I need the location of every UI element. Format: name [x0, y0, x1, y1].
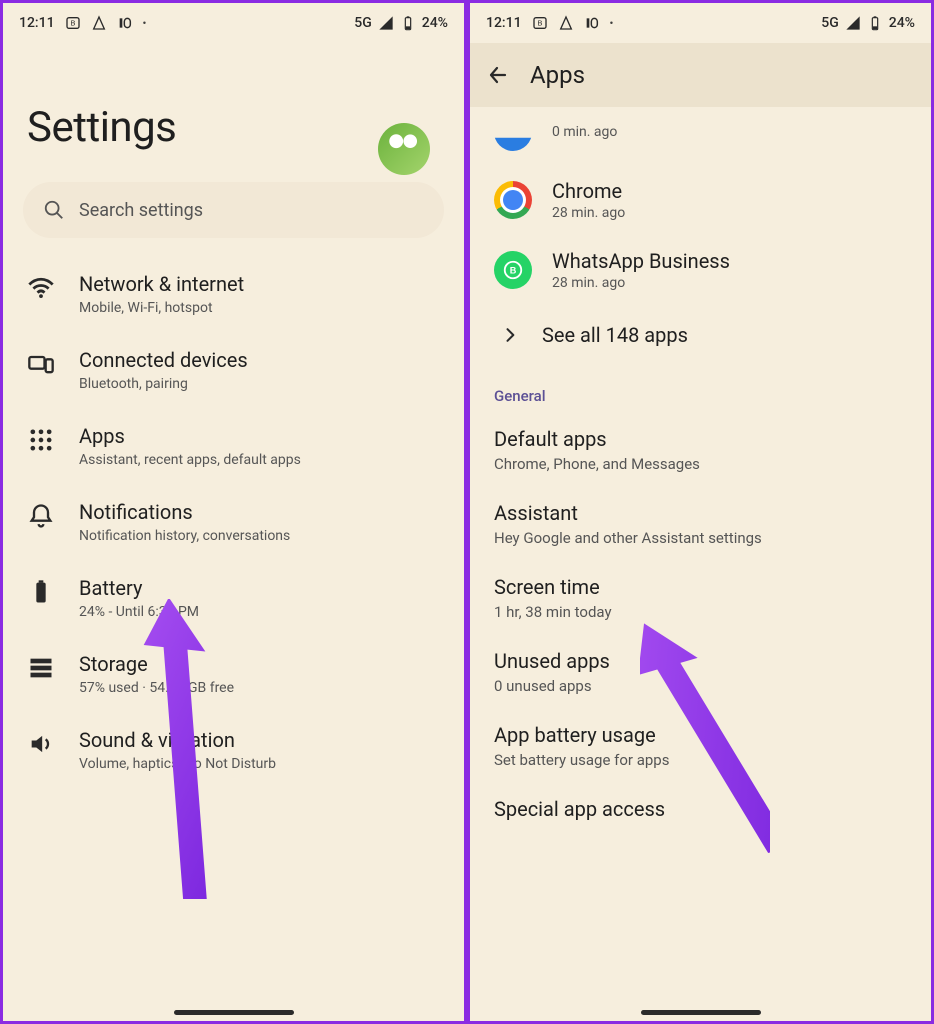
search-settings[interactable]: Search settings — [23, 182, 444, 238]
row-title: Default apps — [494, 427, 907, 451]
storage-icon — [27, 654, 55, 682]
row-sub: Chrome, Phone, and Messages — [494, 455, 907, 473]
apps-screen: 12:11 B • 5G 24% Apps 0 min. ago Chrome 2… — [464, 3, 931, 1021]
search-placeholder: Search settings — [79, 200, 203, 221]
status-icon-b: B — [532, 15, 548, 31]
settings-screen: 12:11 B • 5G 24% Settings Search setting… — [3, 3, 464, 1021]
row-sub: Set battery usage for apps — [494, 751, 907, 769]
top-app-bar: Apps — [470, 43, 931, 107]
row-sub: 0 min. ago — [552, 124, 617, 140]
section-general-label: General — [470, 365, 931, 413]
battery-icon — [867, 15, 883, 31]
row-title: Sound & vibration — [79, 728, 276, 752]
status-bar: 12:11 B • 5G 24% — [3, 3, 464, 43]
battery-icon — [400, 15, 416, 31]
app-icon — [494, 113, 532, 151]
profile-avatar[interactable] — [378, 123, 430, 175]
general-special-access[interactable]: Special app access — [470, 783, 931, 835]
see-all-apps[interactable]: See all 148 apps — [470, 305, 931, 365]
row-title: Battery — [79, 576, 199, 600]
row-sub: Hey Google and other Assistant settings — [494, 529, 907, 547]
general-unused-apps[interactable]: Unused apps 0 unused apps — [470, 635, 931, 709]
general-assistant[interactable]: Assistant Hey Google and other Assistant… — [470, 487, 931, 561]
status-icon-b: B — [65, 15, 81, 31]
row-title: App battery usage — [494, 723, 907, 747]
svg-text:B: B — [70, 19, 75, 28]
signal-icon — [845, 15, 861, 31]
row-sub: 0 unused apps — [494, 677, 907, 695]
bell-icon — [27, 502, 55, 530]
row-title: Notifications — [79, 500, 290, 524]
row-sub: 24% - Until 6:30 PM — [79, 604, 199, 620]
settings-item-notifications[interactable]: Notifications Notification history, conve… — [3, 484, 464, 560]
row-sub: Mobile, Wi-Fi, hotspot — [79, 300, 244, 316]
row-title: Connected devices — [79, 348, 248, 372]
row-title: Apps — [79, 424, 301, 448]
row-title: Unused apps — [494, 649, 907, 673]
status-icon-axis — [558, 15, 574, 31]
status-network: 5G — [821, 15, 839, 31]
see-all-label: See all 148 apps — [542, 323, 688, 347]
search-icon — [43, 199, 65, 221]
settings-item-apps[interactable]: Apps Assistant, recent apps, default apps — [3, 408, 464, 484]
nav-pill[interactable] — [641, 1010, 761, 1015]
svg-text:B: B — [510, 266, 517, 276]
status-bar: 12:11 B • 5G 24% — [470, 3, 931, 43]
settings-item-battery[interactable]: Battery 24% - Until 6:30 PM — [3, 560, 464, 636]
volume-icon — [27, 730, 55, 758]
row-sub: Volume, haptics, Do Not Disturb — [79, 756, 276, 772]
settings-item-network[interactable]: Network & internet Mobile, Wi-Fi, hotspot — [3, 256, 464, 332]
back-icon[interactable] — [486, 63, 510, 87]
row-sub: 28 min. ago — [552, 275, 730, 291]
row-title: Assistant — [494, 501, 907, 525]
status-time: 12:11 — [19, 15, 55, 31]
row-sub: Notification history, conversations — [79, 528, 290, 544]
general-screen-time[interactable]: Screen time 1 hr, 38 min today — [470, 561, 931, 635]
recent-app-whatsapp[interactable]: B WhatsApp Business 28 min. ago — [470, 235, 931, 305]
devices-icon — [27, 350, 55, 378]
status-time: 12:11 — [486, 15, 522, 31]
row-title: WhatsApp Business — [552, 249, 730, 273]
page-title: Apps — [530, 61, 585, 89]
apps-icon — [27, 426, 55, 454]
whatsapp-icon: B — [494, 251, 532, 289]
row-sub: Bluetooth, pairing — [79, 376, 248, 392]
recent-app-partial[interactable]: 0 min. ago — [470, 107, 931, 165]
general-app-battery[interactable]: App battery usage Set battery usage for … — [470, 709, 931, 783]
status-battery: 24% — [422, 15, 448, 31]
chevron-right-icon — [500, 325, 520, 345]
general-default-apps[interactable]: Default apps Chrome, Phone, and Messages — [470, 413, 931, 487]
row-sub: 1 hr, 38 min today — [494, 603, 907, 621]
recent-app-chrome[interactable]: Chrome 28 min. ago — [470, 165, 931, 235]
row-title: Network & internet — [79, 272, 244, 296]
settings-item-storage[interactable]: Storage 57% used · 54.72 GB free — [3, 636, 464, 712]
settings-item-sound[interactable]: Sound & vibration Volume, haptics, Do Not… — [3, 712, 464, 788]
row-sub: Assistant, recent apps, default apps — [79, 452, 301, 468]
status-icon-id — [584, 15, 600, 31]
chrome-icon — [494, 181, 532, 219]
status-dot-icon: • — [143, 17, 147, 30]
status-battery: 24% — [889, 15, 915, 31]
wifi-icon — [27, 274, 55, 302]
svg-text:B: B — [537, 19, 542, 28]
row-title: Storage — [79, 652, 234, 676]
status-icon-axis — [91, 15, 107, 31]
signal-icon — [378, 15, 394, 31]
row-sub: 28 min. ago — [552, 205, 625, 221]
status-icon-id — [117, 15, 133, 31]
battery-full-icon — [27, 578, 55, 606]
settings-item-devices[interactable]: Connected devices Bluetooth, pairing — [3, 332, 464, 408]
row-title: Screen time — [494, 575, 907, 599]
row-title: Chrome — [552, 179, 625, 203]
nav-pill[interactable] — [174, 1010, 294, 1015]
row-sub: 57% used · 54.72 GB free — [79, 680, 234, 696]
status-network: 5G — [354, 15, 372, 31]
status-dot-icon: • — [610, 17, 614, 30]
row-title: Special app access — [494, 797, 907, 821]
